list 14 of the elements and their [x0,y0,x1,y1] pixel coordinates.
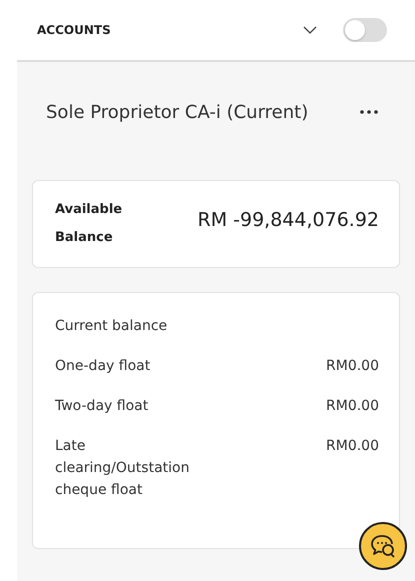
detail-label: Two-day float [55,397,148,416]
detail-label: Current balance [55,317,168,336]
account-name: Sole Proprietor CA-i (Current) [46,102,308,122]
balance-label: Available Balance [55,201,124,247]
toggle-switch[interactable] [343,18,387,42]
chat-icon [369,533,397,559]
detail-value: RM0.00 [326,357,379,376]
balance-amount: RM -99,844,076.92 [198,209,379,231]
detail-label: One-day float [55,357,150,376]
section-title: ACCOUNTS [37,23,112,37]
chevron-down-icon[interactable] [303,26,317,34]
detail-value: RM0.00 [326,437,379,456]
detail-value: RM0.00 [326,397,379,416]
detail-label: Late clearing/Outstation cheque float [55,437,190,500]
